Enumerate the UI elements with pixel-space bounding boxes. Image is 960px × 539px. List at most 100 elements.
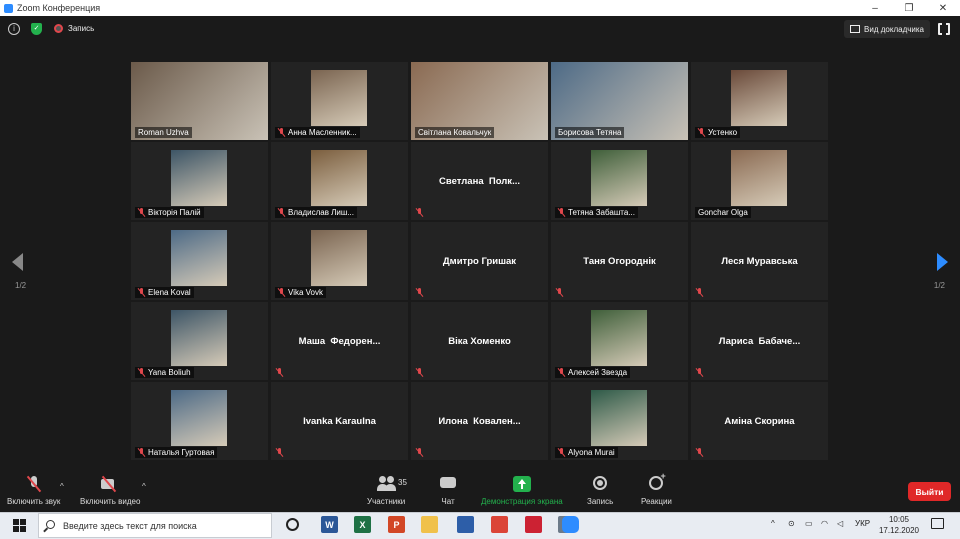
participant-tile[interactable]: Анна Масленник... — [271, 62, 408, 140]
participant-tile[interactable]: Илона Ковален... — [411, 382, 548, 460]
volume-icon[interactable]: ◁ — [837, 519, 843, 528]
participant-name-center: Таня Огороднік — [583, 255, 656, 267]
mic-muted-icon — [558, 368, 565, 377]
participant-avatar — [311, 230, 367, 286]
close-button[interactable]: ✕ — [926, 0, 960, 16]
participant-tile[interactable]: Светлана Полк... — [411, 142, 548, 220]
next-page-arrow-icon[interactable] — [937, 253, 948, 271]
participant-tile[interactable]: Yana Boliuh — [131, 302, 268, 380]
participant-avatar — [591, 390, 647, 446]
mic-muted-icon — [278, 208, 285, 217]
participant-name: Владислав Лиш... — [288, 208, 354, 217]
participant-tile[interactable]: Вікторія Палій — [131, 142, 268, 220]
speaker-view-icon — [850, 25, 861, 33]
participant-tile[interactable]: Elena Koval — [131, 222, 268, 300]
participant-name-center: Илона Ковален... — [438, 415, 521, 427]
zoom-icon[interactable] — [562, 516, 579, 533]
participant-tile[interactable]: Алексей Звезда — [551, 302, 688, 380]
word-icon[interactable]: W — [321, 516, 338, 533]
info-icon[interactable]: i — [8, 23, 20, 35]
excel-icon[interactable]: X — [354, 516, 371, 533]
minimize-button[interactable]: – — [858, 0, 892, 16]
folder-icon[interactable] — [421, 516, 438, 533]
participant-name-center: Дмитро Гришак — [442, 255, 517, 267]
participant-tile[interactable]: Устенко — [691, 62, 828, 140]
speaker-view-button[interactable]: Вид докладчика — [844, 20, 930, 38]
share-screen-button[interactable]: Демонстрация экрана — [481, 476, 563, 506]
leave-meeting-button[interactable]: Выйти — [908, 482, 951, 501]
participant-name-center: Віка Хоменко — [448, 335, 511, 347]
participant-name-label: Gonchar Olga — [695, 207, 751, 218]
network-icon[interactable]: ⊙ — [788, 519, 795, 528]
taskbar-search-input[interactable]: Введите здесь текст для поиска — [38, 513, 272, 538]
participant-tile[interactable]: Alyona Murai — [551, 382, 688, 460]
wifi-icon[interactable]: ◠ — [821, 519, 828, 528]
participant-name: Roman Uzhva — [138, 128, 189, 137]
maximize-button[interactable]: ❐ — [892, 0, 926, 16]
participant-name-label: Алексей Звезда — [555, 367, 631, 378]
participant-tile[interactable]: Лариса Бабаче... — [691, 302, 828, 380]
fullscreen-icon[interactable] — [938, 22, 950, 36]
record-icon — [591, 476, 609, 492]
mic-muted-icon — [278, 128, 285, 137]
language-indicator[interactable]: УКР — [855, 519, 870, 528]
participant-tile[interactable]: Борисова Тетяна — [551, 62, 688, 140]
participants-icon — [377, 476, 395, 492]
participant-name-center: Лариса Бабаче... — [718, 335, 801, 347]
participant-tile[interactable]: Аміна Скорина — [691, 382, 828, 460]
save-icon[interactable] — [457, 516, 474, 533]
shield-icon[interactable]: ✓ — [31, 23, 42, 35]
participant-tile[interactable]: Віка Хоменко — [411, 302, 548, 380]
participant-tile[interactable]: Roman Uzhva — [131, 62, 268, 140]
participant-tile[interactable]: Тетяна Забашта... — [551, 142, 688, 220]
yandex-icon[interactable] — [525, 516, 542, 533]
reactions-label: Реакции — [641, 497, 672, 506]
windows-start-icon[interactable] — [13, 519, 26, 532]
audio-options-caret[interactable]: ^ — [60, 482, 64, 491]
mic-muted-icon — [696, 448, 703, 457]
video-options-caret[interactable]: ^ — [142, 482, 146, 491]
reactions-button[interactable]: Реакции — [641, 471, 672, 506]
participant-name-label: Владислав Лиш... — [275, 207, 357, 218]
speaker-view-label: Вид докладчика — [864, 24, 924, 34]
chrome-icon[interactable] — [491, 516, 508, 533]
participant-name-label: Наталья Гуртовая — [135, 447, 218, 458]
participant-tile[interactable]: Світлана Ковальчук — [411, 62, 548, 140]
meeting-toolbar — [0, 470, 960, 512]
participant-name-label: Alyona Murai — [555, 447, 618, 458]
unmute-button[interactable]: Включить звук — [7, 476, 60, 506]
taskbar-clock[interactable]: 10:05 17.12.2020 — [877, 514, 921, 536]
mic-muted-icon — [138, 208, 145, 217]
participant-tile[interactable]: Таня Огороднік — [551, 222, 688, 300]
powerpoint-icon[interactable]: P — [388, 516, 405, 533]
prev-page-arrow-icon[interactable] — [12, 253, 23, 271]
participant-tile[interactable]: Наталья Гуртовая — [131, 382, 268, 460]
recording-indicator[interactable]: Запись — [54, 24, 94, 33]
meeting-top-bar — [0, 16, 960, 44]
participant-tile[interactable]: Vika Vovk — [271, 222, 408, 300]
participant-tile[interactable]: Дмитро Гришак — [411, 222, 548, 300]
record-button[interactable]: Запись — [587, 476, 613, 506]
window-title-bar: Zoom Конференция — [0, 0, 960, 16]
mic-muted-icon — [696, 288, 703, 297]
chat-button[interactable]: Чат — [439, 476, 457, 506]
task-view-icon[interactable] — [286, 518, 299, 531]
participant-tile[interactable]: Леся Муравська — [691, 222, 828, 300]
participant-tile[interactable]: Ivanka Karaulna — [271, 382, 408, 460]
window-title: Zoom Конференция — [17, 3, 101, 13]
participant-name-label: Elena Koval — [135, 287, 194, 298]
participant-name-center: Аміна Скорина — [724, 415, 795, 427]
notifications-icon[interactable] — [931, 518, 944, 529]
start-video-button[interactable]: Включить видео — [80, 476, 140, 506]
tray-overflow-caret[interactable]: ^ — [771, 519, 775, 528]
participant-tile[interactable]: Gonchar Olga — [691, 142, 828, 220]
chat-icon — [439, 476, 457, 492]
battery-icon[interactable]: ▭ — [805, 519, 813, 528]
participant-tile[interactable]: Маша Федорен... — [271, 302, 408, 380]
share-screen-label: Демонстрация экрана — [481, 497, 563, 506]
mic-muted-icon — [696, 368, 703, 377]
participant-name: Gonchar Olga — [698, 208, 748, 217]
participant-avatar — [311, 70, 367, 126]
window-controls: – ❐ ✕ — [858, 0, 960, 16]
participant-tile[interactable]: Владислав Лиш... — [271, 142, 408, 220]
